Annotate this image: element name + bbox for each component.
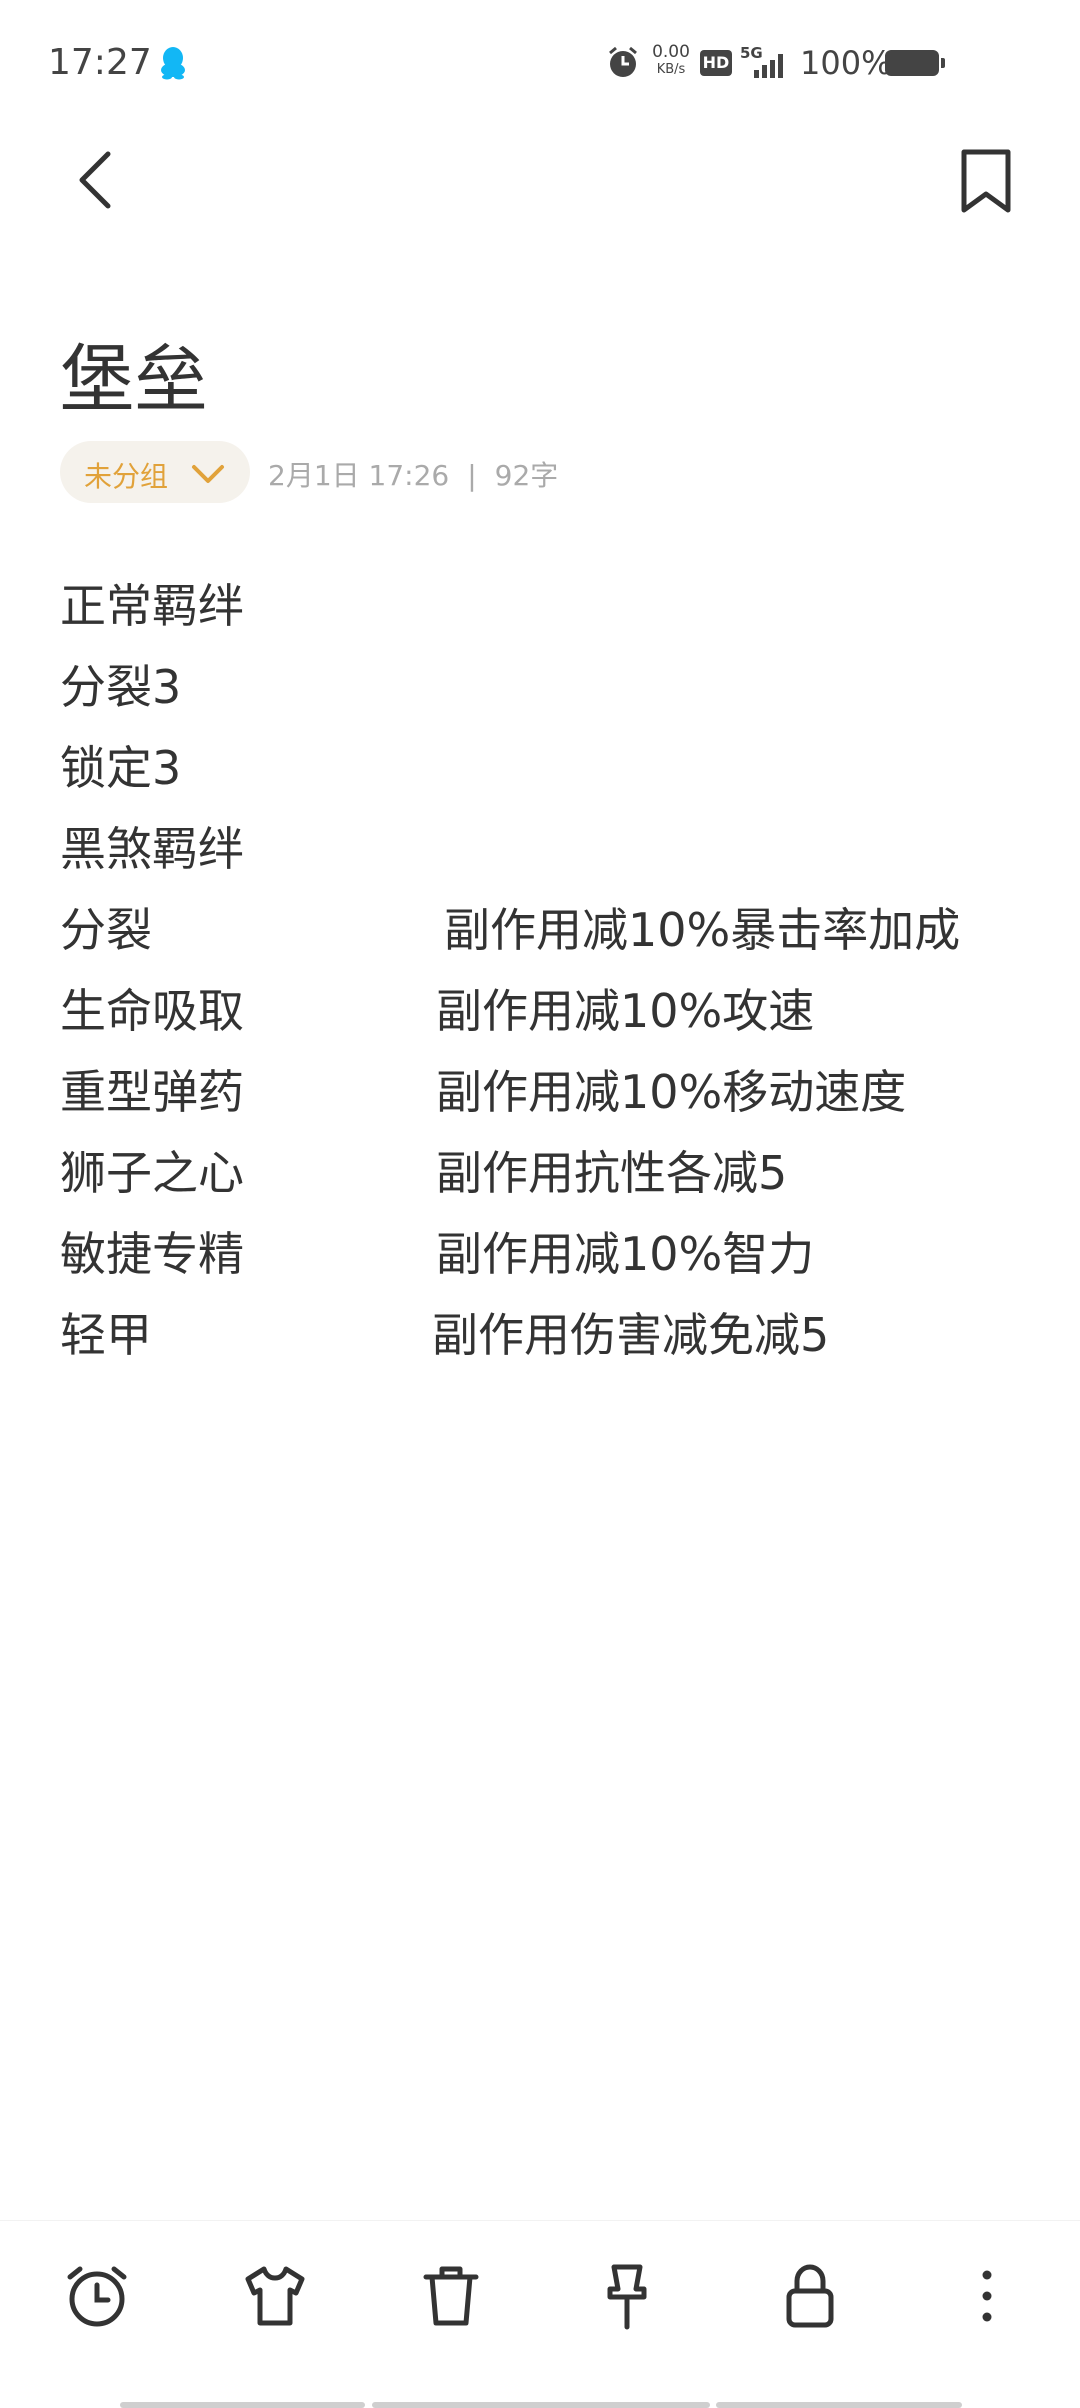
bottom-action-bar: [0, 2220, 1080, 2371]
group-label: 未分组: [84, 460, 169, 493]
note-line: 黑煞羁绊: [60, 822, 244, 876]
trash-icon[interactable]: [416, 2261, 486, 2331]
note-line: 正常羁绊: [60, 579, 244, 633]
note-line: 狮子之心 副作用抗性各减5: [60, 1146, 788, 1200]
note-date: 2月1日 17:26: [268, 459, 450, 492]
bookmark-button[interactable]: [956, 148, 1016, 214]
gesture-bar: [716, 2402, 962, 2408]
battery-icon: [885, 50, 945, 76]
status-time: 17:27: [48, 42, 152, 83]
shirt-icon[interactable]: [240, 2261, 310, 2331]
group-selector[interactable]: 未分组: [60, 441, 250, 503]
note-title[interactable]: 堡垒: [60, 320, 208, 427]
note-line: 敏捷专精 副作用减10%智力: [60, 1227, 815, 1281]
status-bar: 17:27 0.00 KB/s HD 5G 100%: [0, 0, 1080, 120]
note-line: 锁定3: [60, 741, 182, 795]
gesture-bar: [120, 2402, 365, 2408]
note-line: 生命吸取 副作用减10%攻速: [60, 984, 815, 1038]
note-line: 分裂 副作用减10%暴击率加成: [60, 903, 961, 957]
note-body[interactable]: 正常羁绊 分裂3 锁定3 黑煞羁绊 分裂 副作用减10%暴击率加成 生命吸取 副作用…: [60, 566, 1040, 1376]
lock-icon[interactable]: [775, 2261, 845, 2331]
alarm-icon[interactable]: [62, 2261, 132, 2331]
note-line: 轻甲 副作用伤害减免减5: [60, 1308, 830, 1362]
note-line: 分裂3: [60, 660, 182, 714]
signal-icon: 5G: [740, 44, 783, 78]
note-line: 重型弹药 副作用减10%移动速度: [60, 1065, 907, 1119]
more-icon[interactable]: [952, 2261, 1022, 2331]
meta-separator: |: [467, 459, 477, 492]
net-speed: 0.00 KB/s: [652, 42, 690, 78]
back-button[interactable]: [68, 148, 124, 212]
chevron-down-icon: [192, 465, 224, 483]
alarm-status-icon: [609, 46, 637, 77]
hd-badge: HD: [700, 50, 732, 76]
battery-percent: 100%: [800, 44, 892, 82]
gesture-bar: [372, 2402, 710, 2408]
note-meta: 2月1日 17:26 | 92字: [268, 454, 558, 494]
word-count: 92字: [494, 459, 559, 492]
svg-text:5G: 5G: [740, 44, 763, 62]
pin-icon[interactable]: [592, 2261, 662, 2331]
qq-icon: [161, 47, 185, 80]
